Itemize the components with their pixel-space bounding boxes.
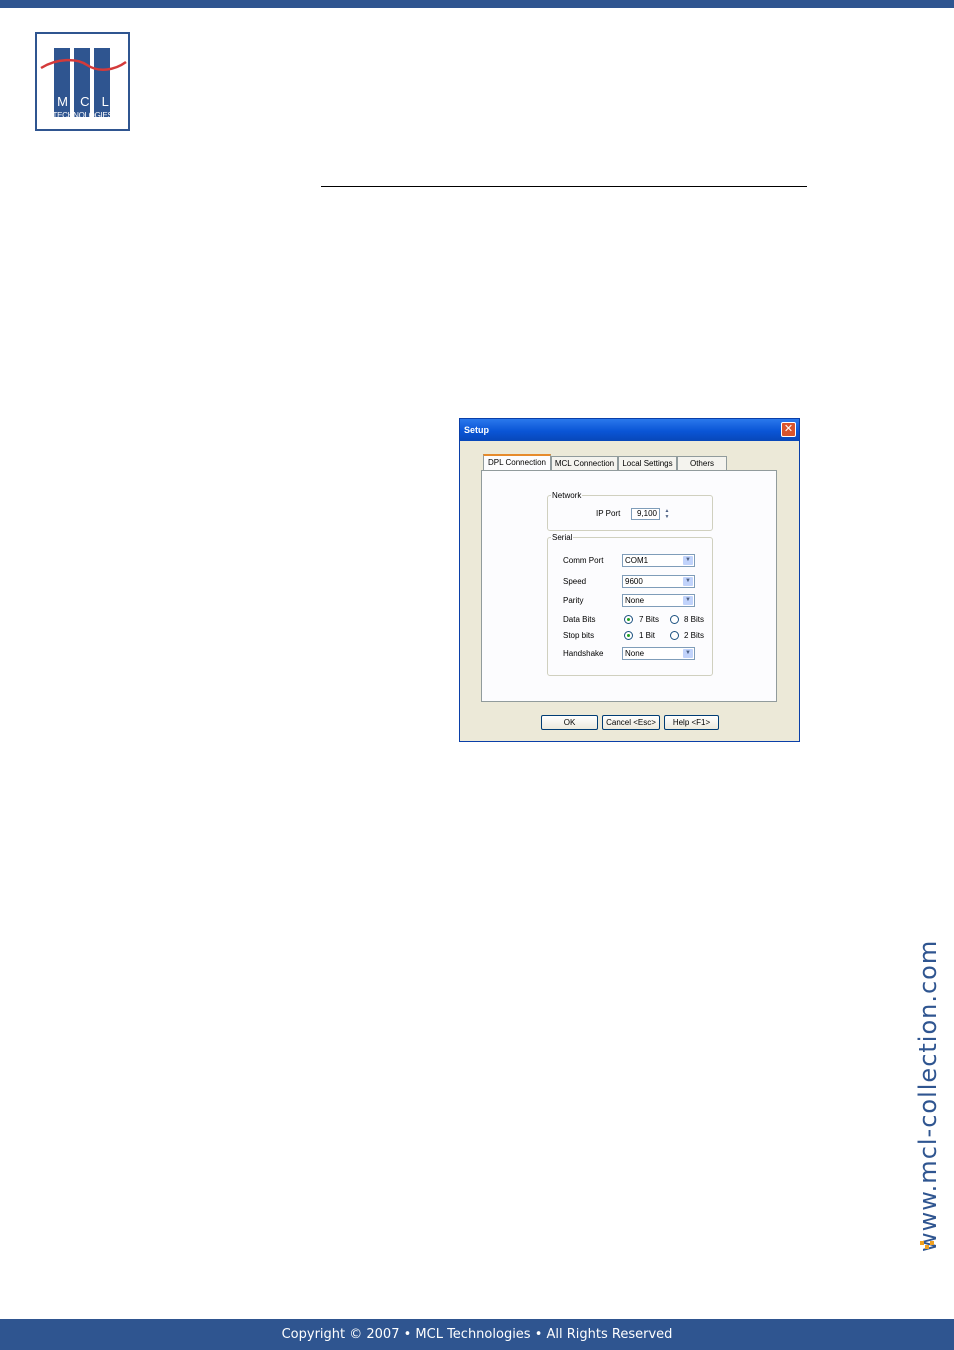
ip-port-label: IP Port [596, 509, 621, 518]
dialog-titlebar[interactable]: Setup ✕ [460, 419, 799, 441]
network-group: Network [547, 491, 713, 531]
serial-legend: Serial [552, 533, 573, 542]
close-icon[interactable]: ✕ [781, 422, 796, 437]
dialog-title: Setup [464, 425, 490, 435]
handshake-label: Handshake [563, 649, 604, 658]
data-bits-8-label: 8 Bits [684, 615, 705, 624]
speed-value: 9600 [625, 577, 643, 586]
tab-local-settings[interactable]: Local Settings [618, 456, 677, 470]
speed-select[interactable]: 9600 ▼ [622, 575, 695, 588]
stop-bits-label: Stop bits [563, 631, 595, 640]
stop-bits-1-label: 1 Bit [639, 631, 656, 640]
network-legend: Network [552, 491, 582, 500]
help-button[interactable]: Help <F1> [664, 715, 719, 730]
spinner-icon[interactable]: ▲ ▼ [663, 508, 671, 520]
chevron-down-icon[interactable]: ▼ [683, 649, 693, 658]
stop-bits-1-radio[interactable] [624, 631, 633, 640]
parity-select[interactable]: None ▼ [622, 594, 695, 607]
logo-subtitle: TECHNOLOGIES [52, 111, 113, 120]
stop-bits-2-label: 2 Bits [684, 631, 705, 640]
logo-letter: L [101, 94, 109, 109]
comm-port-value: COM1 [625, 556, 649, 565]
setup-dialog: Setup ✕ DPL Connection MCL Connection Lo… [459, 418, 800, 742]
logo-letters: M C L [51, 94, 115, 109]
chevron-down-icon[interactable]: ▼ [683, 596, 693, 605]
ip-port-input[interactable]: 9,100 [631, 508, 660, 520]
parity-value: None [625, 596, 645, 605]
handshake-value: None [625, 649, 645, 658]
chevron-down-icon[interactable]: ▼ [683, 556, 693, 565]
data-bits-label: Data Bits [563, 615, 596, 624]
side-website: www.mcl-collection.com [913, 872, 954, 1252]
stop-bits-2-radio[interactable] [670, 631, 679, 640]
tab-dpl-connection[interactable]: DPL Connection [483, 454, 551, 471]
chevron-down-icon[interactable]: ▼ [683, 577, 693, 586]
copyright-footer: Copyright © 2007 • MCL Technologies • Al… [0, 1319, 954, 1350]
top-bar [0, 0, 954, 8]
ok-button[interactable]: OK [541, 715, 598, 730]
handshake-select[interactable]: None ▼ [622, 647, 695, 660]
logo-letter: M [57, 94, 68, 109]
tab-mcl-connection[interactable]: MCL Connection [551, 456, 618, 470]
data-bits-7-label: 7 Bits [639, 615, 660, 624]
comm-port-label: Comm Port [563, 556, 604, 565]
dots-mark-icon [920, 1241, 934, 1249]
website-url: www.mcl-collection.com [914, 939, 942, 1252]
tab-panel: Network IP Port 9,100 ▲ ▼ Serial Comm Por… [481, 470, 777, 702]
parity-label: Parity [563, 596, 584, 605]
speed-label: Speed [563, 577, 587, 586]
logo-letter: C [80, 94, 90, 109]
data-bits-7-radio[interactable] [624, 615, 633, 624]
cancel-button[interactable]: Cancel <Esc> [602, 715, 660, 730]
tab-others[interactable]: Others [677, 456, 727, 470]
header-rule [321, 186, 807, 187]
comm-port-select[interactable]: COM1 ▼ [622, 554, 695, 567]
mcl-logo: M C L TECHNOLOGIES [35, 32, 130, 131]
logo-wave-icon [40, 58, 127, 71]
data-bits-8-radio[interactable] [670, 615, 679, 624]
